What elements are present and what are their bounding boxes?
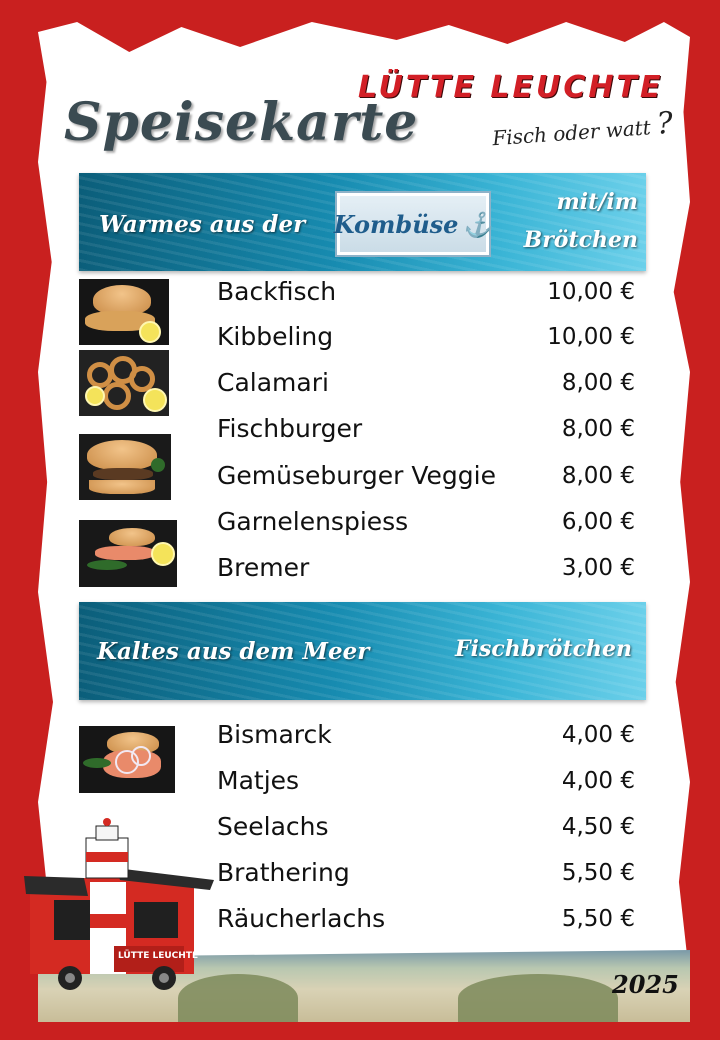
menu-item-name: Gemüseburger Veggie [217,461,496,490]
brand-logo: LÜTTE LEUCHTE [358,70,664,105]
warm-section-title: Warmes aus der [99,211,306,238]
menu-item-price: 4,00 € [561,768,635,794]
menu-item-price: 8,00 € [561,370,635,396]
fischburger-photo [79,434,171,500]
menu-item-name: Garnelenspiess [217,507,409,536]
menu-item-price: 10,00 € [547,324,635,350]
menu-item-name: Kibbeling [217,322,334,351]
menu-item-price: 3,00 € [561,555,635,581]
menu-item-price: 6,00 € [561,509,635,535]
slogan-question-mark: ? [655,105,675,142]
food-truck-illustration: LÜTTE LEUCHTE [24,818,214,990]
dune-grass [458,974,618,1022]
menu-item-name: Seelachs [217,812,329,841]
menu-item-name: Räucherlachs [217,904,386,933]
menu-item-name: Bremer [217,553,310,582]
menu-item-price: 4,00 € [561,722,635,748]
menu-item-price: 5,50 € [561,860,635,886]
warm-section-right-line2: Brötchen [523,227,638,253]
kombuese-badge: Kombüse ⚓ [333,191,493,257]
warm-section-banner: Warmes aus der Kombüse ⚓ mit/im Brötchen [79,173,646,271]
menu-item-price: 4,50 € [561,814,635,840]
cold-section-right: Fischbrötchen [455,636,632,662]
cold-section-title: Kaltes aus dem Meer [97,638,370,665]
menu-item-name: Calamari [217,368,329,397]
menu-item-name: Matjes [217,766,300,795]
menu-item-name: Fischburger [217,414,363,443]
backfisch-photo [79,279,169,345]
bismarck-photo [79,726,175,793]
warm-section-right-line1: mit/im [556,189,638,215]
red-frame: Speisekarte LÜTTE LEUCHTE Fisch oder wat… [0,0,720,1040]
anchor-icon: ⚓ [462,209,493,239]
menu-item-price: 8,00 € [561,463,635,489]
menu-item-name: Brathering [217,858,350,887]
truck-label: LÜTTE LEUCHTE [118,950,198,961]
menu-item-price: 8,00 € [561,416,635,442]
calamari-photo [79,350,169,416]
menu-item-name: Backfisch [217,277,337,306]
kombuese-label: Kombüse [333,209,459,239]
garnelenspiess-photo [79,520,177,587]
year-label: 2025 [612,970,679,999]
menu-item-price: 10,00 € [547,279,635,305]
menu-item-price: 5,50 € [561,906,635,932]
cold-section-banner: Kaltes aus dem Meer Fischbrötchen [79,602,646,700]
menu-item-name: Bismarck [217,720,332,749]
